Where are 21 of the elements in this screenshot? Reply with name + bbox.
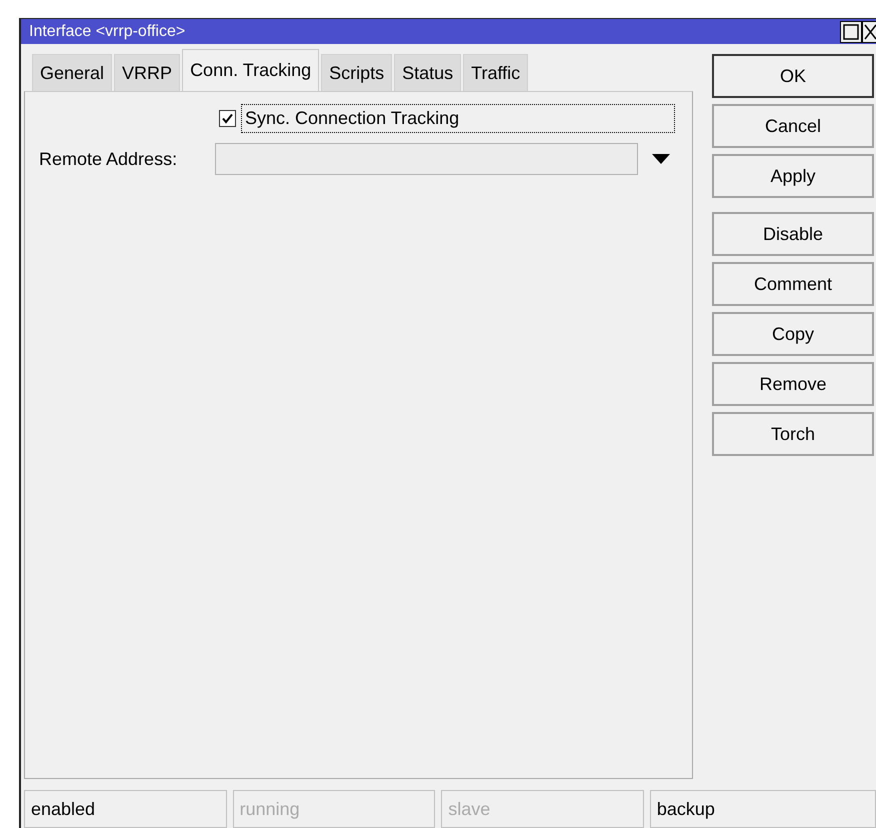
action-button[interactable]: Remove (712, 362, 874, 406)
status-cell: running (232, 790, 436, 828)
status-cell: backup (650, 790, 876, 828)
field-label: Remote Address: (39, 148, 178, 170)
action-button[interactable]: Comment (712, 262, 874, 306)
dialog-button[interactable]: Cancel (712, 104, 874, 148)
dialog-button[interactable]: OK (712, 54, 874, 98)
tab[interactable]: Conn. Tracking (182, 49, 320, 91)
tab[interactable]: VRRP (114, 54, 180, 91)
action-button[interactable]: Disable (712, 212, 874, 256)
dialog-button[interactable]: Apply (712, 154, 874, 198)
window-title: Interface <vrrp-office> (29, 22, 186, 40)
tab[interactable]: Traffic (463, 54, 528, 91)
action-button[interactable]: Copy (712, 312, 874, 356)
tab[interactable]: General (32, 54, 112, 91)
action-button[interactable]: Torch (712, 412, 874, 456)
status-cell: slave (441, 790, 644, 828)
status-cell: enabled (24, 790, 227, 828)
tab[interactable]: Scripts (321, 54, 392, 91)
checkbox-label[interactable]: Sync. Connection Tracking (241, 104, 675, 133)
tab[interactable]: Status (394, 54, 462, 91)
